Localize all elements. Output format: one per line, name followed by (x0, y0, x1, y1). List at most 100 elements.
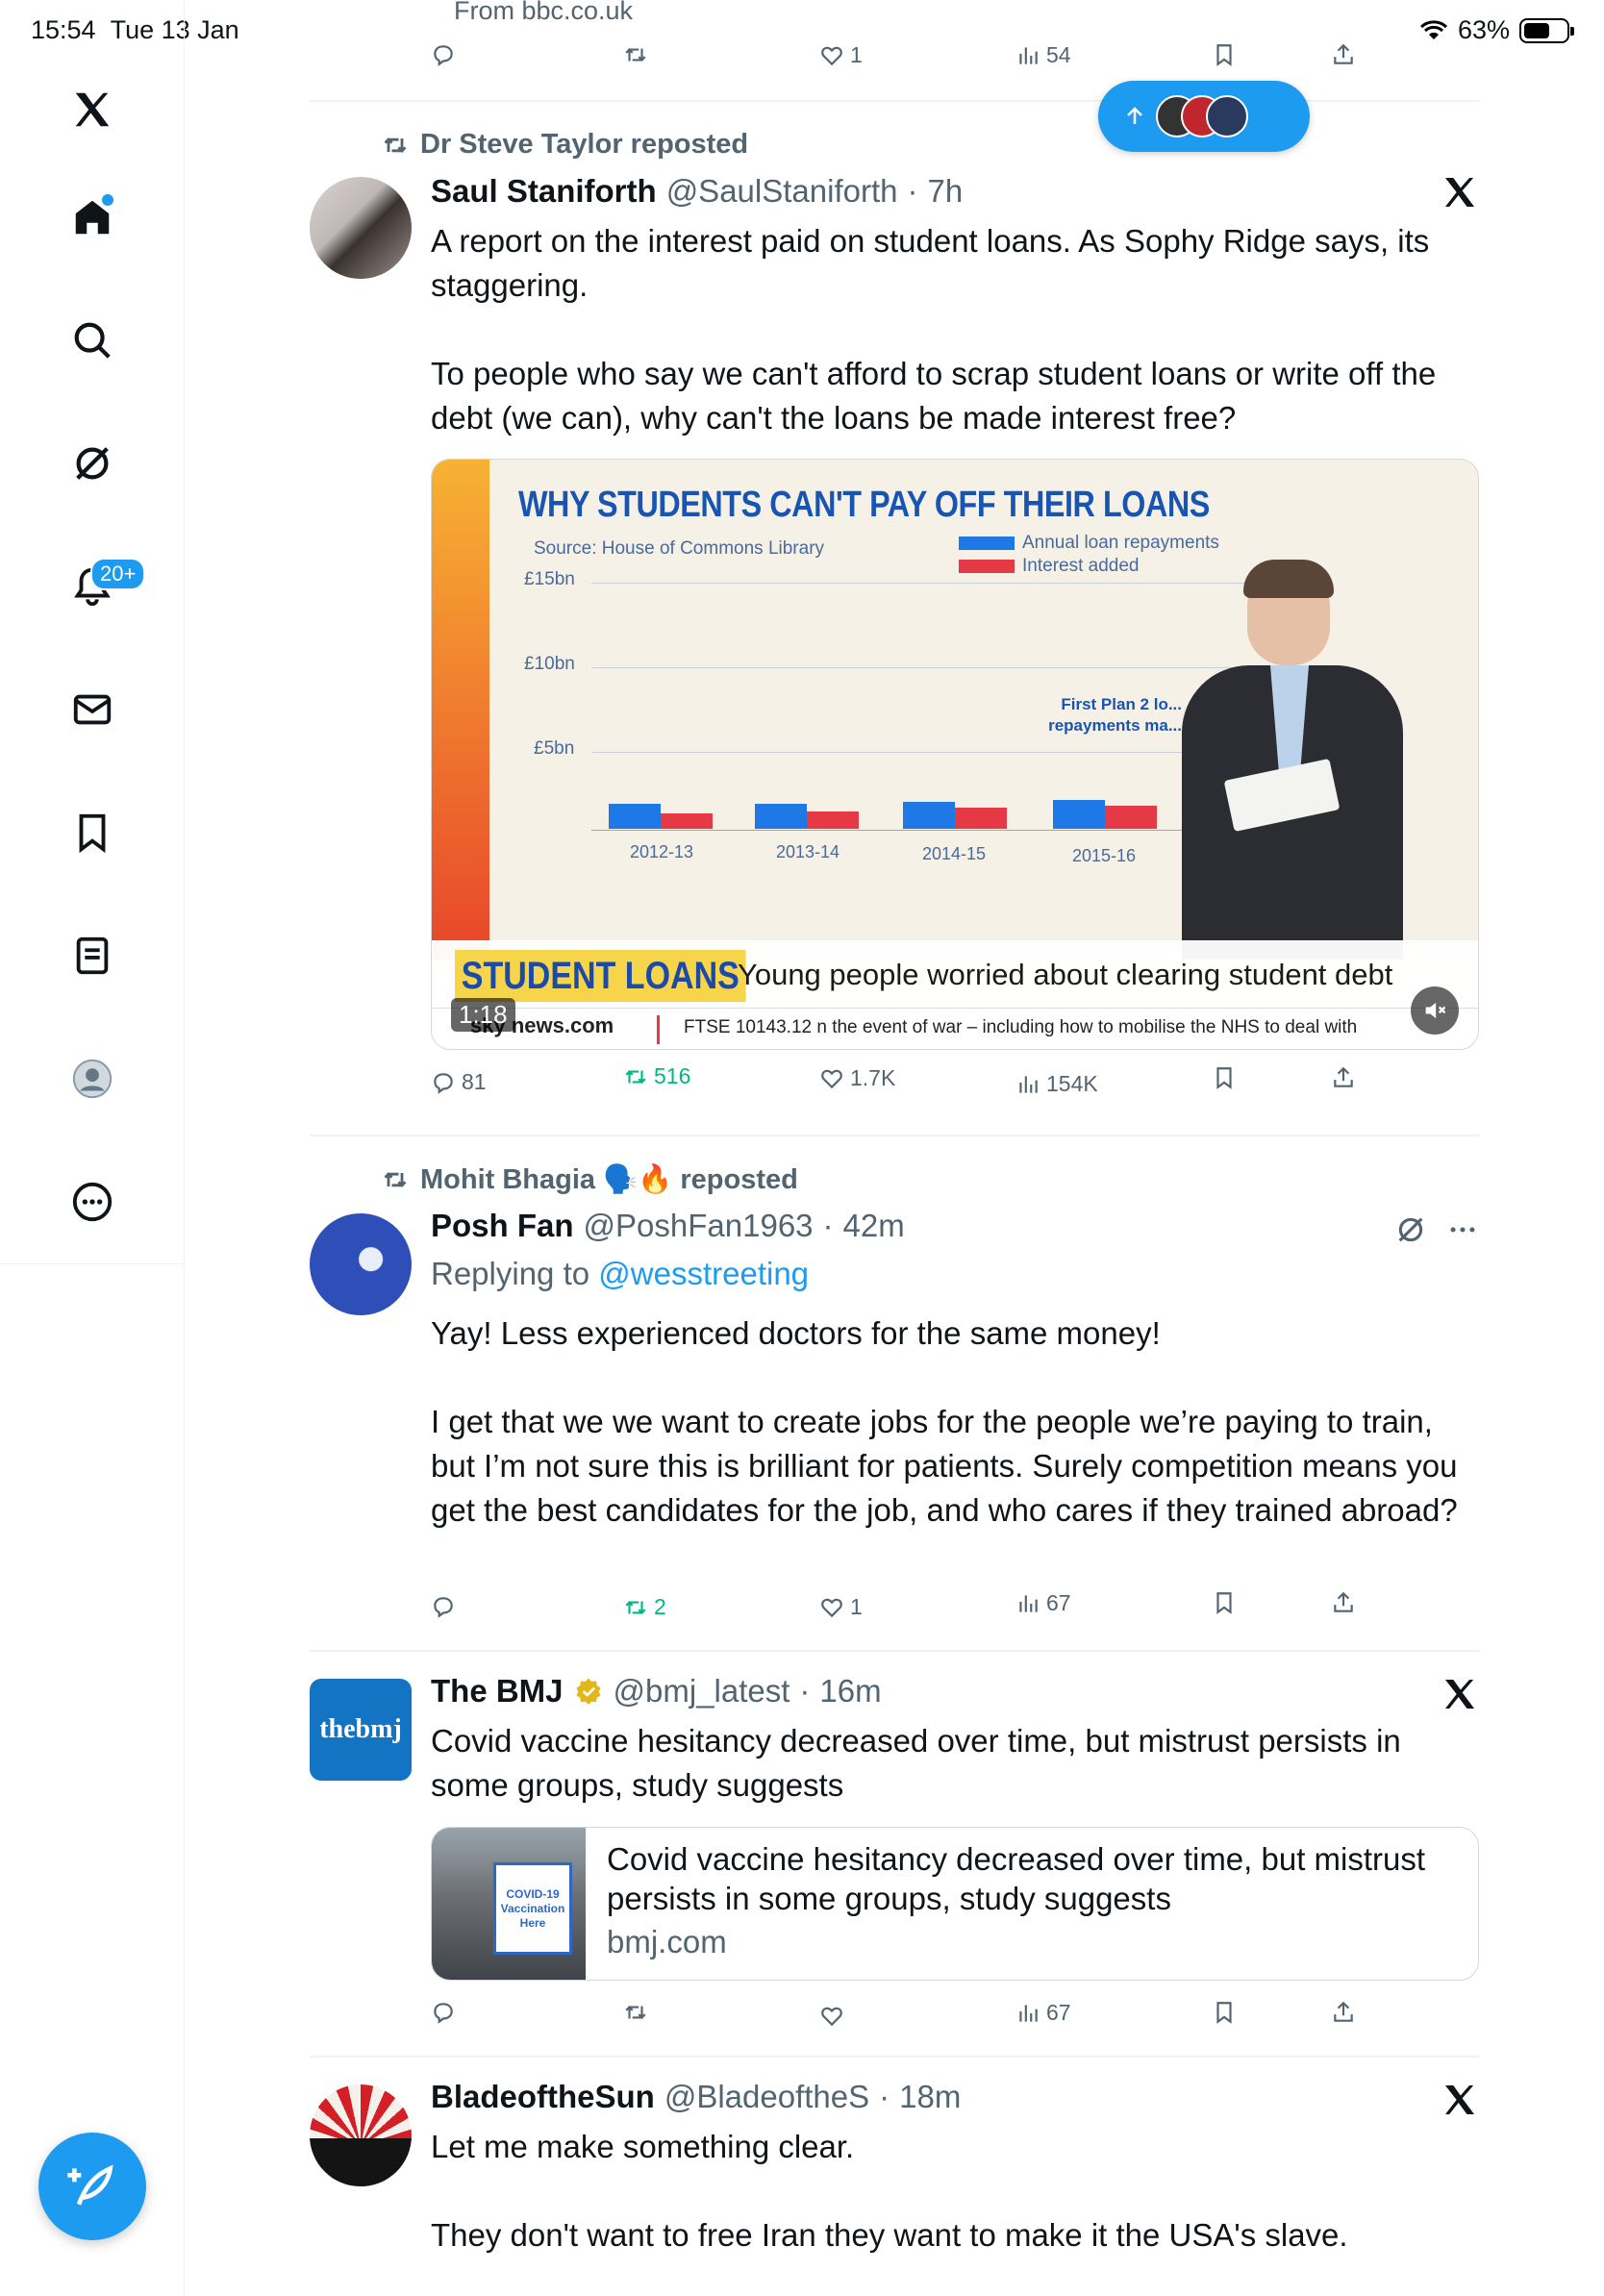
legend-interest: Interest added (1022, 556, 1140, 576)
lists-icon[interactable] (63, 927, 121, 985)
banner-title: STUDENT LOANS (455, 950, 746, 1002)
like-button[interactable] (819, 2004, 844, 2029)
share-button[interactable] (1331, 42, 1356, 67)
reply-button[interactable] (431, 42, 456, 67)
avatar[interactable] (310, 2084, 412, 2186)
post-time[interactable]: 18m (899, 2079, 961, 2115)
heart-icon (821, 46, 842, 65)
views-button[interactable]: 154K (1015, 1071, 1098, 1097)
repost-button[interactable] (623, 42, 648, 67)
share-button[interactable] (1331, 2000, 1356, 2025)
more-options-icon[interactable] (1446, 1213, 1479, 1246)
views-button[interactable]: 67 (1015, 1590, 1071, 1616)
x-logo-icon[interactable] (1441, 2081, 1479, 2119)
post-time[interactable]: 7h (927, 173, 963, 210)
messages-icon[interactable] (63, 681, 121, 738)
heart-icon (821, 1069, 842, 1088)
battery-icon (1519, 17, 1574, 43)
avatar[interactable] (310, 1213, 412, 1315)
compose-button[interactable] (38, 2133, 146, 2240)
presenter-figure (1163, 560, 1432, 960)
sidebar: 20+ (0, 0, 185, 2296)
repost-icon (625, 1069, 646, 1084)
reply-icon (434, 1072, 453, 1094)
home-icon[interactable] (63, 188, 121, 246)
reply-icon (434, 2003, 453, 2024)
link-card-image-text: COVID-19 Vaccination Here (500, 1886, 565, 1930)
home-notification-dot (102, 194, 113, 206)
author-handle[interactable]: @bmj_latest (614, 1673, 790, 1710)
post-text: Let me make something clear. They don't … (431, 2129, 1348, 2253)
x-tick: 2015-16 (1072, 846, 1137, 865)
link-card-image: COVID-19 Vaccination Here (432, 1828, 586, 1980)
avatar[interactable]: thebmj (310, 1679, 412, 1781)
video-media[interactable]: WHY STUDENTS CAN'T PAY OFF THEIR LOANS S… (431, 459, 1479, 1050)
like-button[interactable]: 1 (819, 1594, 863, 1620)
grok-icon[interactable] (1394, 1213, 1427, 1246)
profile-icon[interactable] (63, 1050, 121, 1108)
reply-button[interactable] (431, 1594, 456, 1619)
author-handle[interactable]: @SaulStaniforth (666, 173, 898, 210)
search-icon[interactable] (63, 312, 121, 369)
author-name[interactable]: BladeoftheSun (431, 2079, 655, 2115)
heart-icon (821, 1598, 842, 1617)
repost-button[interactable] (623, 2000, 648, 2025)
x-tick: 2013-14 (776, 842, 840, 861)
post-time[interactable]: 16m (819, 1673, 881, 1710)
post-header: BladeoftheSun @BladeoftheS · 18m (431, 2079, 962, 2115)
views-icon (1019, 2004, 1038, 2022)
like-button[interactable]: 1.7K (819, 1065, 895, 1091)
bookmark-button[interactable] (1212, 1065, 1237, 1090)
x-logo-icon[interactable] (1441, 173, 1479, 212)
video-duration: 1:18 (451, 998, 515, 1032)
heart-icon (821, 2007, 842, 2027)
author-handle[interactable]: @PoshFan1963 (584, 1208, 814, 1244)
repost-button[interactable]: 516 (623, 1063, 690, 1089)
reply-button[interactable] (431, 2000, 456, 2025)
bookmark-button[interactable] (1212, 42, 1237, 67)
action-bar: 67 (431, 2000, 1354, 2038)
like-button[interactable]: 1 (819, 42, 863, 68)
share-button[interactable] (1331, 1590, 1356, 1615)
repost-button[interactable]: 2 (623, 1594, 666, 1620)
link-card-domain: bmj.com (607, 1924, 727, 1959)
mute-button[interactable] (1411, 986, 1459, 1035)
replying-to-link[interactable]: @wesstreeting (598, 1256, 809, 1291)
new-posts-pill[interactable] (1098, 81, 1310, 152)
bookmarks-icon[interactable] (63, 804, 121, 861)
x-logo-icon[interactable] (1441, 1675, 1479, 1713)
avatar[interactable] (310, 177, 412, 279)
y-tick: £5bn (534, 738, 575, 759)
action-bar: 2 1 67 (431, 1590, 1354, 1633)
link-card[interactable]: COVID-19 Vaccination Here Covid vaccine … (431, 1827, 1479, 1981)
x-tick: 2014-15 (922, 844, 987, 863)
views-icon (1019, 1594, 1038, 1612)
y-tick: £10bn (524, 654, 575, 674)
link-source[interactable]: From bbc.co.uk (454, 0, 633, 26)
bookmark-button[interactable] (1212, 2000, 1237, 2025)
grok-icon[interactable] (63, 435, 121, 492)
views-button[interactable]: 67 (1015, 2000, 1071, 2026)
author-name[interactable]: The BMJ (431, 1673, 564, 1710)
mute-icon (1425, 1002, 1446, 1019)
more-icon[interactable] (63, 1173, 121, 1231)
action-bar: 1 54 (431, 42, 1354, 81)
reply-button[interactable]: 81 (431, 1069, 487, 1095)
chart-source: Source: House of Commons Library (534, 538, 825, 559)
share-icon (1334, 43, 1353, 64)
views-icon (1019, 1075, 1038, 1093)
author-name[interactable]: Posh Fan (431, 1208, 574, 1244)
chart-annotation: First Plan 2 lo... repayments ma... (1048, 695, 1182, 735)
views-icon (1019, 46, 1038, 64)
x-logo-icon[interactable] (63, 81, 121, 138)
timeline: From bbc.co.uk 1 54 Dr Steve Taylor repo… (310, 0, 1479, 2296)
arrow-up-icon (1127, 107, 1142, 124)
bookmark-button[interactable] (1212, 1590, 1237, 1615)
post-time[interactable]: 42m (843, 1208, 905, 1244)
share-button[interactable] (1331, 1065, 1356, 1090)
notifications-icon[interactable]: 20+ (63, 558, 146, 615)
author-handle[interactable]: @BladeoftheS (664, 2079, 869, 2115)
repost-line: Mohit Bhagia 🗣️🔥 reposted (382, 1163, 798, 1196)
views-button[interactable]: 54 (1015, 42, 1071, 68)
author-name[interactable]: Saul Staniforth (431, 173, 657, 210)
